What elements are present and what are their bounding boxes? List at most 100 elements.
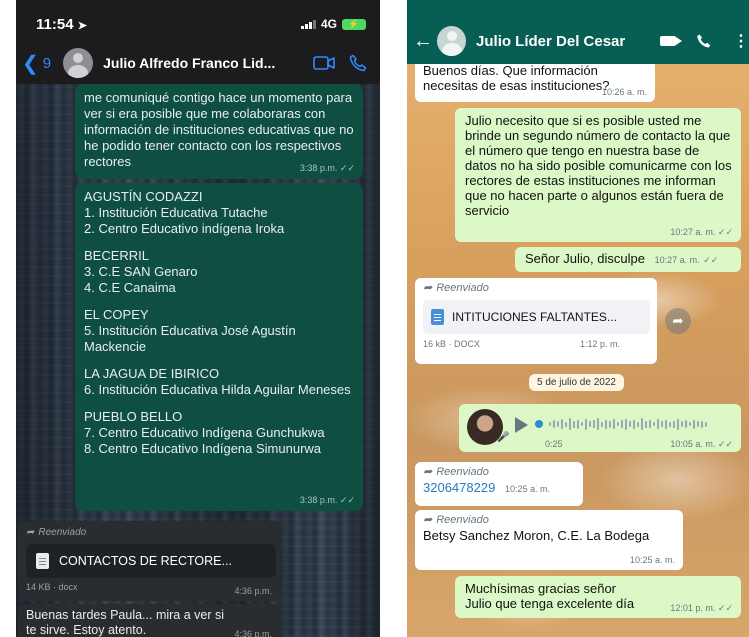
message-time: 10:25 a. m. [629,555,675,565]
message-line: 6. Institución Educativa Hilda Aguilar M… [84,382,351,397]
location-arrow-icon: ➤ [77,20,87,32]
message-time: 10:25 a. m. [504,484,550,494]
back-chevron-icon: ❮ [22,52,39,75]
message-time: 3:38 p.m. [299,495,338,505]
phone-icon[interactable] [696,33,711,49]
document-attachment[interactable]: CONTACTOS DE RECTORE... [26,544,276,578]
double-check-icon: ✓✓ [717,227,733,237]
outgoing-message[interactable]: Muchísimas gracias señor Julio que tenga… [455,576,741,618]
left-message-list[interactable]: me comuniqué contigo hace un momento par… [16,84,380,637]
message-line: AGUSTÍN CODAZZI [84,189,203,204]
right-chat-header: ← Julio Líder Del Cesar ⋮ [407,18,749,64]
message-line: 5. Institución Educativa José Agustín Ma… [84,323,296,354]
message-time: 4:36 p.m. [234,629,272,637]
back-arrow-icon[interactable]: ← [413,30,433,53]
outgoing-message[interactable]: Julio necesito que si es posible usted m… [455,108,741,242]
message-meta: 10:05 a. m. ✓✓ [670,439,733,450]
forwarded-text: Reenviado [436,514,489,526]
document-name: INTITUCIONES FALTANTES... [452,309,617,324]
left-chat-header: ❮ 9 Julio Alfredo Franco Lid... [16,42,380,84]
avatar[interactable] [63,48,94,78]
back-count: 9 [42,54,52,72]
double-check-icon: ✓✓ [717,439,733,449]
message-time: 12:01 p. m. [670,603,716,613]
status-time: 11:54 ➤ [36,16,87,33]
message-time: 4:36 p.m. [234,586,272,596]
right-message-list[interactable]: Buenos días. Que información necesitas d… [407,60,749,637]
share-icon[interactable]: ➦ [665,308,691,334]
signal-icon [300,19,316,29]
phone-icon[interactable] [349,54,367,72]
forward-icon: ➦ [423,514,433,526]
double-check-icon: ✓✓ [339,163,355,173]
battery-icon: ⚡ [342,18,366,30]
voice-duration: 0:25 [545,439,563,449]
message-line: BECERRIL [84,248,150,263]
outgoing-message[interactable]: AGUSTÍN CODAZZI 1. Institución Educativa… [75,183,363,511]
play-icon[interactable] [515,417,528,433]
message-meta: 12:01 p. m. ✓✓ [670,601,733,616]
message-line: 2. Centro Educativo indígena Iroka [84,221,285,236]
document-meta-row: 16 kB · DOCX 1:12 p. m. [423,337,650,352]
video-icon[interactable] [660,36,683,46]
document-name: CONTACTOS DE RECTORE... [59,553,232,568]
status-time-text: 11:54 [36,16,74,33]
outgoing-message[interactable]: me comuniqué contigo hace un momento par… [75,84,363,179]
incoming-message[interactable]: Buenas tardes Paula... mira a ver si te … [18,604,282,637]
contact-name[interactable]: Julio Líder Del Cesar [476,33,650,50]
forwarded-label: ➦ Reenviado [423,513,676,528]
message-text: Señor Julio, disculpe [525,251,645,266]
avatar[interactable] [437,26,467,56]
waveform[interactable] [535,414,731,434]
incoming-message[interactable]: ➦ Reenviado 3206478229 10:25 a. m. [415,462,583,506]
incoming-document-message[interactable]: ➦ Reenviado INTITUCIONES FALTANTES... 16… [415,278,657,364]
forwarded-text: Reenviado [436,466,489,478]
back-button[interactable]: ❮ 9 [22,51,51,76]
outgoing-message[interactable]: Señor Julio, disculpe 10:27 a. m. ✓✓ [515,247,741,272]
double-check-icon: ✓✓ [717,603,733,613]
status-indicators: 4G ⚡ [300,17,366,31]
incoming-message[interactable]: Buenos días. Que información necesitas d… [415,60,655,102]
double-check-icon: ✓✓ [339,495,355,505]
document-icon [431,309,444,325]
message-time: 3:38 p.m. [299,163,338,173]
message-line: 7. Centro Educativo Indígena Gunchukwa [84,425,325,440]
left-chat-screen: 11:54 ➤ 4G ⚡ ❮ 9 Julio Alfredo Franco Li… [16,0,380,637]
forwarded-text: Reenviado [436,282,489,294]
date-divider: 5 de julio de 2022 [529,374,624,391]
voice-message[interactable]: 🎤 0:25 10:05 a. m. ✓✓ [459,404,741,452]
mic-icon: 🎤 [497,432,510,443]
message-meta: 3:38 p.m. ✓✓ [300,492,355,508]
message-line: PUEBLO BELLO [84,409,183,424]
message-line: LA JAGUA DE IBIRICO [84,366,220,381]
message-text: Betsy Sanchez Moron, C.E. La Bodega [423,528,650,543]
message-line: 3. C.E SAN Genaro [84,264,198,279]
message-line: 1. Institución Educativa Tutache [84,205,268,220]
document-meta: 16 kB · DOCX [423,339,481,349]
phone-number-link[interactable]: 3206478229 [423,480,495,495]
video-icon[interactable] [313,56,335,70]
message-time: 10:27 a. m. [670,227,716,237]
menu-dots-icon[interactable]: ⋮ [733,31,749,51]
incoming-document-message[interactable]: ➦ Reenviado CONTACTOS DE RECTORE... 14 K… [18,521,282,601]
status-bar [407,0,749,18]
message-meta: 3:38 p.m. ✓✓ [300,160,355,176]
right-chat-screen: ← Julio Líder Del Cesar ⋮ Buenos días. Q… [407,0,749,637]
message-line: 4. C.E Canaima [84,280,176,295]
message-text: Julio necesito que si es posible usted m… [465,113,732,218]
contact-name[interactable]: Julio Alfredo Franco Lid... [103,55,303,71]
forward-icon: ➦ [423,282,433,294]
message-line: EL COPEY [84,307,149,322]
forward-icon: ➦ [423,466,433,478]
message-meta: 10:27 a. m. ✓✓ [670,225,733,240]
message-time: 1:12 p. m. [579,339,620,349]
message-time: 10:26 a. m. [601,87,647,97]
document-icon [36,553,49,569]
forwarded-label: ➦ Reenviado [423,281,650,296]
message-line: 8. Centro Educativo Indígena Simunurwa [84,441,322,456]
voice-progress-dot[interactable] [535,420,543,428]
incoming-message[interactable]: ➦ Reenviado Betsy Sanchez Moron, C.E. La… [415,510,683,570]
forward-icon: ➦ [26,527,35,538]
double-check-icon: ✓✓ [703,255,719,265]
document-attachment[interactable]: INTITUCIONES FALTANTES... [423,300,650,334]
